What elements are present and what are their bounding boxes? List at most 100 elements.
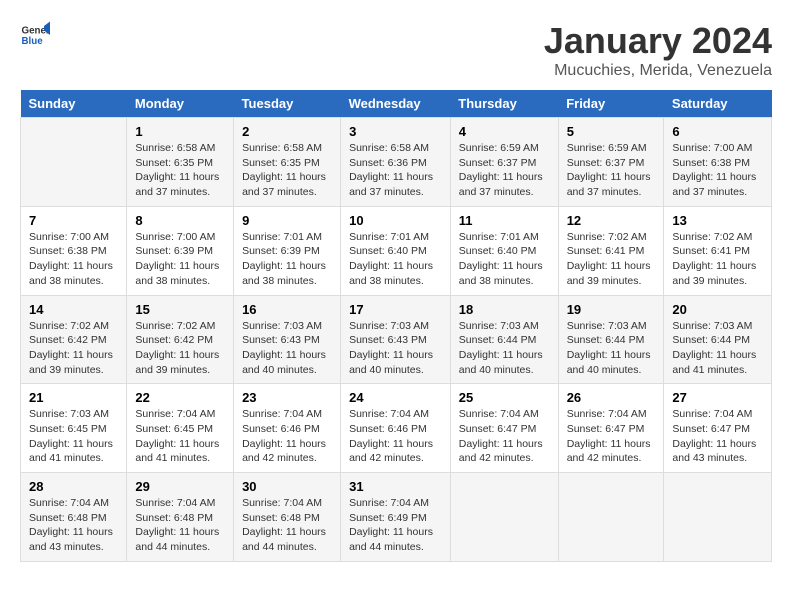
table-row: 6 Sunrise: 7:00 AM Sunset: 6:38 PM Daylig…: [664, 118, 772, 207]
table-row: 10Sunrise: 7:01 AM Sunset: 6:40 PM Dayli…: [341, 206, 451, 295]
table-row: 24Sunrise: 7:04 AM Sunset: 6:46 PM Dayli…: [341, 384, 451, 473]
day-number: 29: [135, 479, 225, 494]
day-number: 23: [242, 390, 332, 405]
page-title: January 2024: [544, 20, 772, 62]
table-row: 17 Sunrise: 7:03 AM Sunset: 6:43 PM Dayli…: [341, 295, 451, 384]
day-number: 1: [135, 124, 225, 139]
table-row: 28 Sunrise: 7:04 AM Sunset: 6:48 PM Dayli…: [21, 473, 127, 562]
table-row: 26Sunrise: 7:04 AM Sunset: 6:47 PM Dayli…: [558, 384, 664, 473]
day-info: Sunrise: 7:02 AM Sunset: 6:41 PM Dayligh…: [567, 230, 656, 289]
day-number: 9: [242, 213, 332, 228]
day-number: 27: [672, 390, 763, 405]
table-row: 12 Sunrise: 7:02 AM Sunset: 6:41 PM Dayli…: [558, 206, 664, 295]
day-info: Sunrise: 7:04 AM Sunset: 6:47 PM Dayligh…: [567, 407, 656, 466]
day-number: 30: [242, 479, 332, 494]
logo-icon: General Blue: [20, 20, 50, 50]
day-number: 25: [459, 390, 550, 405]
day-number: 16: [242, 302, 332, 317]
day-info: Sunrise: 7:04 AM Sunset: 6:48 PM Dayligh…: [242, 496, 332, 555]
day-info: Sunrise: 6:59 AM Sunset: 6:37 PM Dayligh…: [459, 141, 550, 200]
col-saturday: Saturday: [664, 90, 772, 118]
table-row: [558, 473, 664, 562]
table-row: 30 Sunrise: 7:04 AM Sunset: 6:48 PM Dayli…: [234, 473, 341, 562]
day-info: Sunrise: 7:00 AM Sunset: 6:39 PM Dayligh…: [135, 230, 225, 289]
day-info: Sunrise: 7:04 AM Sunset: 6:47 PM Dayligh…: [459, 407, 550, 466]
day-info: Sunrise: 7:00 AM Sunset: 6:38 PM Dayligh…: [29, 230, 118, 289]
table-row: 9 Sunrise: 7:01 AM Sunset: 6:39 PM Daylig…: [234, 206, 341, 295]
day-number: 28: [29, 479, 118, 494]
table-row: 29 Sunrise: 7:04 AM Sunset: 6:48 PM Dayli…: [127, 473, 234, 562]
table-row: 13 Sunrise: 7:02 AM Sunset: 6:41 PM Dayli…: [664, 206, 772, 295]
page-subtitle: Mucuchies, Merida, Venezuela: [544, 62, 772, 80]
day-number: 8: [135, 213, 225, 228]
day-number: 24: [349, 390, 442, 405]
calendar-week-row: 1 Sunrise: 6:58 AM Sunset: 6:35 PM Daylig…: [21, 118, 772, 207]
table-row: 4 Sunrise: 6:59 AM Sunset: 6:37 PM Daylig…: [450, 118, 558, 207]
col-wednesday: Wednesday: [341, 90, 451, 118]
title-area: January 2024 Mucuchies, Merida, Venezuel…: [544, 20, 772, 80]
table-row: 27 Sunrise: 7:04 AM Sunset: 6:47 PM Dayli…: [664, 384, 772, 473]
table-row: 3 Sunrise: 6:58 AM Sunset: 6:36 PM Daylig…: [341, 118, 451, 207]
calendar-table: Sunday Monday Tuesday Wednesday Thursday…: [20, 90, 772, 562]
day-number: 17: [349, 302, 442, 317]
calendar-week-row: 28 Sunrise: 7:04 AM Sunset: 6:48 PM Dayli…: [21, 473, 772, 562]
day-info: Sunrise: 7:01 AM Sunset: 6:39 PM Dayligh…: [242, 230, 332, 289]
day-info: Sunrise: 7:02 AM Sunset: 6:41 PM Dayligh…: [672, 230, 763, 289]
table-row: 21 Sunrise: 7:03 AM Sunset: 6:45 PM Dayli…: [21, 384, 127, 473]
col-sunday: Sunday: [21, 90, 127, 118]
calendar-week-row: 14 Sunrise: 7:02 AM Sunset: 6:42 PM Dayli…: [21, 295, 772, 384]
day-info: Sunrise: 7:03 AM Sunset: 6:43 PM Dayligh…: [242, 319, 332, 378]
day-info: Sunrise: 7:03 AM Sunset: 6:44 PM Dayligh…: [672, 319, 763, 378]
day-info: Sunrise: 6:58 AM Sunset: 6:35 PM Dayligh…: [135, 141, 225, 200]
calendar-header-row: Sunday Monday Tuesday Wednesday Thursday…: [21, 90, 772, 118]
day-number: 12: [567, 213, 656, 228]
day-info: Sunrise: 7:03 AM Sunset: 6:45 PM Dayligh…: [29, 407, 118, 466]
col-monday: Monday: [127, 90, 234, 118]
day-number: 31: [349, 479, 442, 494]
table-row: 23Sunrise: 7:04 AM Sunset: 6:46 PM Dayli…: [234, 384, 341, 473]
day-number: 11: [459, 213, 550, 228]
day-number: 19: [567, 302, 656, 317]
table-row: 22 Sunrise: 7:04 AM Sunset: 6:45 PM Dayli…: [127, 384, 234, 473]
day-number: 22: [135, 390, 225, 405]
day-info: Sunrise: 7:00 AM Sunset: 6:38 PM Dayligh…: [672, 141, 763, 200]
day-number: 10: [349, 213, 442, 228]
day-number: 3: [349, 124, 442, 139]
calendar-week-row: 7Sunrise: 7:00 AM Sunset: 6:38 PM Daylig…: [21, 206, 772, 295]
day-number: 5: [567, 124, 656, 139]
table-row: [21, 118, 127, 207]
day-number: 2: [242, 124, 332, 139]
day-number: 13: [672, 213, 763, 228]
table-row: 25 Sunrise: 7:04 AM Sunset: 6:47 PM Dayli…: [450, 384, 558, 473]
day-number: 21: [29, 390, 118, 405]
day-number: 14: [29, 302, 118, 317]
logo: General Blue: [20, 20, 50, 50]
day-info: Sunrise: 7:04 AM Sunset: 6:45 PM Dayligh…: [135, 407, 225, 466]
table-row: 19 Sunrise: 7:03 AM Sunset: 6:44 PM Dayli…: [558, 295, 664, 384]
page-header: General Blue January 2024 Mucuchies, Mer…: [20, 20, 772, 80]
day-info: Sunrise: 7:03 AM Sunset: 6:44 PM Dayligh…: [459, 319, 550, 378]
table-row: 2 Sunrise: 6:58 AM Sunset: 6:35 PM Daylig…: [234, 118, 341, 207]
table-row: 11 Sunrise: 7:01 AM Sunset: 6:40 PM Dayli…: [450, 206, 558, 295]
day-info: Sunrise: 7:03 AM Sunset: 6:43 PM Dayligh…: [349, 319, 442, 378]
table-row: 5 Sunrise: 6:59 AM Sunset: 6:37 PM Daylig…: [558, 118, 664, 207]
day-info: Sunrise: 7:04 AM Sunset: 6:47 PM Dayligh…: [672, 407, 763, 466]
day-info: Sunrise: 6:59 AM Sunset: 6:37 PM Dayligh…: [567, 141, 656, 200]
table-row: 7Sunrise: 7:00 AM Sunset: 6:38 PM Daylig…: [21, 206, 127, 295]
day-info: Sunrise: 7:03 AM Sunset: 6:44 PM Dayligh…: [567, 319, 656, 378]
table-row: 20Sunrise: 7:03 AM Sunset: 6:44 PM Dayli…: [664, 295, 772, 384]
day-number: 6: [672, 124, 763, 139]
day-info: Sunrise: 6:58 AM Sunset: 6:35 PM Dayligh…: [242, 141, 332, 200]
day-number: 15: [135, 302, 225, 317]
day-info: Sunrise: 7:04 AM Sunset: 6:48 PM Dayligh…: [29, 496, 118, 555]
day-info: Sunrise: 7:02 AM Sunset: 6:42 PM Dayligh…: [29, 319, 118, 378]
table-row: 8 Sunrise: 7:00 AM Sunset: 6:39 PM Daylig…: [127, 206, 234, 295]
day-number: 4: [459, 124, 550, 139]
table-row: 31Sunrise: 7:04 AM Sunset: 6:49 PM Dayli…: [341, 473, 451, 562]
calendar-week-row: 21 Sunrise: 7:03 AM Sunset: 6:45 PM Dayli…: [21, 384, 772, 473]
table-row: 16 Sunrise: 7:03 AM Sunset: 6:43 PM Dayli…: [234, 295, 341, 384]
day-info: Sunrise: 7:01 AM Sunset: 6:40 PM Dayligh…: [459, 230, 550, 289]
day-info: Sunrise: 7:04 AM Sunset: 6:48 PM Dayligh…: [135, 496, 225, 555]
day-info: Sunrise: 6:58 AM Sunset: 6:36 PM Dayligh…: [349, 141, 442, 200]
table-row: 15Sunrise: 7:02 AM Sunset: 6:42 PM Dayli…: [127, 295, 234, 384]
